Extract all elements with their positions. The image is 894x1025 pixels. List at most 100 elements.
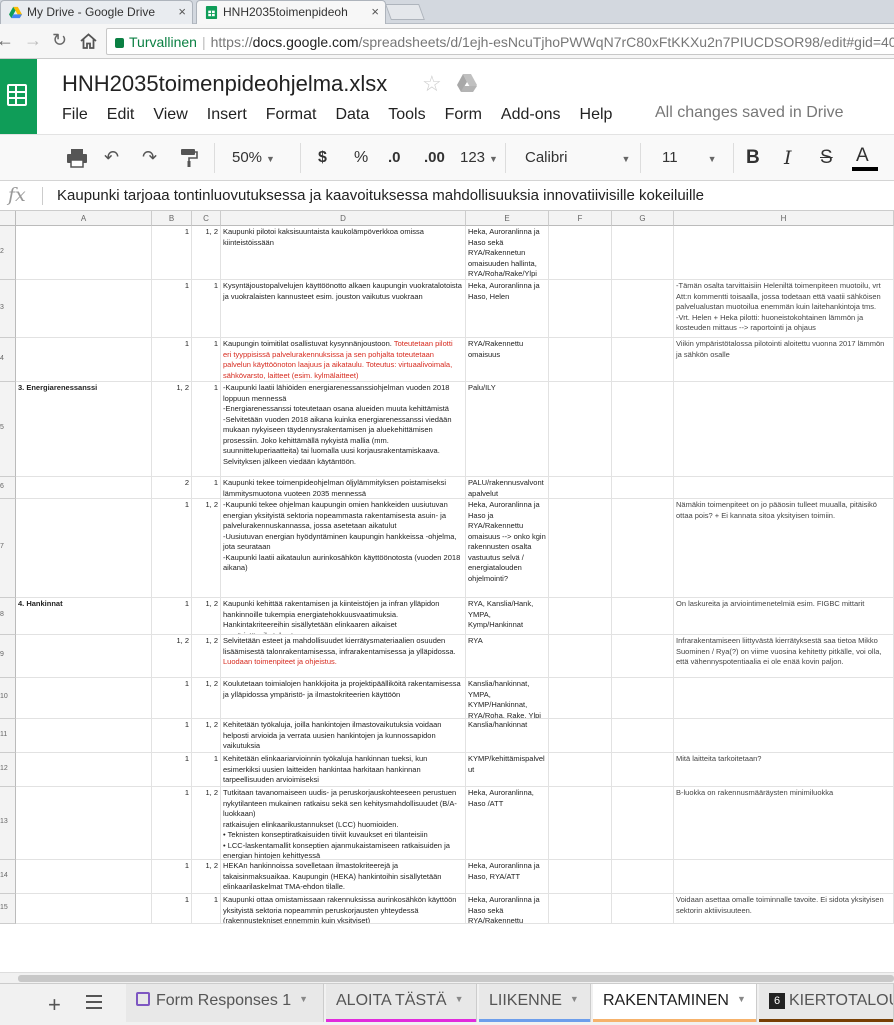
cell-h[interactable]: [674, 719, 894, 753]
row-header[interactable]: 8: [0, 598, 16, 635]
cell-b[interactable]: 1: [152, 226, 192, 280]
cell-a[interactable]: [16, 635, 152, 678]
row-header[interactable]: 5: [0, 382, 16, 477]
cell-g[interactable]: [612, 753, 674, 787]
cell-g[interactable]: [612, 635, 674, 678]
sheet-tab-aloita-tasta[interactable]: ALOITA TÄSTÄ ▼: [326, 984, 477, 1022]
column-header[interactable]: F: [549, 211, 612, 226]
cell-h[interactable]: Viikin ympäristötalossa pilotointi aloit…: [674, 338, 894, 382]
cell-e[interactable]: Heka, Auroranlinna ja Haso, RYA/ATT: [466, 860, 549, 894]
forward-icon[interactable]: →: [24, 30, 42, 51]
menu-insert[interactable]: Insert: [207, 106, 247, 123]
cell-c[interactable]: 1: [192, 280, 221, 338]
cell-e[interactable]: RYA, Kanslia/Hank, YMPA, Kymp/Hankinnat: [466, 598, 549, 635]
text-color-button[interactable]: A: [852, 145, 878, 171]
cell-g[interactable]: [612, 860, 674, 894]
cell-e[interactable]: Heka, Auroranlinna ja Haso sekä RYA/Rake…: [466, 894, 549, 924]
url-field[interactable]: Turvallinen | https://docs.google.com/spre…: [106, 28, 894, 55]
cell-e[interactable]: Heka, Auroranlinna ja Haso sekä RYA/Rake…: [466, 226, 549, 280]
row-header[interactable]: 9: [0, 635, 16, 678]
print-icon[interactable]: [66, 148, 88, 168]
cell-b[interactable]: 1: [152, 787, 192, 860]
cell-h[interactable]: Voidaan asettaa omalle toiminnalle tavoi…: [674, 894, 894, 924]
new-tab-button[interactable]: [385, 4, 425, 20]
percent-format-button[interactable]: %: [354, 149, 368, 167]
sheet-tab-kiertotalous[interactable]: 6 KIERTOTALOU: [759, 984, 894, 1022]
number-format-select[interactable]: 123 ▼: [460, 149, 498, 166]
strikethrough-button[interactable]: S: [820, 147, 833, 169]
cell-g[interactable]: [612, 338, 674, 382]
menu-tools[interactable]: Tools: [388, 106, 425, 123]
horizontal-scrollbar[interactable]: [0, 972, 894, 983]
cell-d[interactable]: Koulutetaan toimialojen hankkijoita ja p…: [221, 678, 466, 719]
row-header[interactable]: 2: [0, 226, 16, 280]
increase-decimal-button[interactable]: .00: [424, 149, 445, 166]
cell-a[interactable]: 4. Hankinnat: [16, 598, 152, 635]
menu-view[interactable]: View: [153, 106, 187, 123]
cell-c[interactable]: 1, 2: [192, 499, 221, 598]
paint-format-icon[interactable]: [180, 148, 198, 168]
cell-d[interactable]: Kehitetään työkaluja, joilla hankintojen…: [221, 719, 466, 753]
undo-icon[interactable]: ↶: [104, 147, 119, 168]
cell-a[interactable]: 3. Energiarenessanssi: [16, 382, 152, 477]
cell-d[interactable]: Kaupunki pilotoi kaksisuuntaista kaukolä…: [221, 226, 466, 280]
spreadsheet-grid[interactable]: A B C D E F G H 2 1 1, 2 Kaupunki pilotoi kaksisuun…: [0, 211, 894, 972]
cell-f[interactable]: [549, 338, 612, 382]
cell-f[interactable]: [549, 499, 612, 598]
italic-button[interactable]: I: [784, 147, 792, 169]
cell-d[interactable]: -Kaupunki laatii lähiöiden energiareness…: [221, 382, 466, 477]
column-header[interactable]: D: [221, 211, 466, 226]
zoom-select[interactable]: 50% ▼: [232, 149, 275, 166]
cell-h[interactable]: [674, 678, 894, 719]
cell-e[interactable]: Heka, Auroranlinna, Haso /ATT: [466, 787, 549, 860]
cell-c[interactable]: 1: [192, 477, 221, 499]
cell-a[interactable]: [16, 753, 152, 787]
row-header[interactable]: 6: [0, 477, 16, 499]
cell-d[interactable]: Selvitetään esteet ja mahdollisuudet kie…: [221, 635, 466, 678]
cell-a[interactable]: [16, 280, 152, 338]
cell-h[interactable]: On laskureita ja arviointimenetelmiä esi…: [674, 598, 894, 635]
cell-c[interactable]: 1, 2: [192, 787, 221, 860]
cell-e[interactable]: Kanslia/hankinnat, YMPA, KYMP/Hankinnat,…: [466, 678, 549, 719]
cell-b[interactable]: 1: [152, 860, 192, 894]
cell-e[interactable]: Heka, Auroranlinna ja Haso, Helen: [466, 280, 549, 338]
menu-format[interactable]: Format: [266, 106, 317, 123]
cell-c[interactable]: 1, 2: [192, 678, 221, 719]
menu-edit[interactable]: Edit: [107, 106, 135, 123]
cell-b[interactable]: 1, 2: [152, 382, 192, 477]
document-title[interactable]: HNH2035toimenpideohjelma.xlsx: [62, 71, 387, 97]
cell-c[interactable]: 1, 2: [192, 719, 221, 753]
cell-f[interactable]: [549, 598, 612, 635]
cell-d[interactable]: HEKAn hankinnoissa sovelletaan ilmastokr…: [221, 860, 466, 894]
cell-f[interactable]: [549, 280, 612, 338]
close-icon[interactable]: ×: [371, 4, 379, 19]
cell-h[interactable]: [674, 860, 894, 894]
reload-icon[interactable]: ↻: [52, 30, 67, 51]
row-header[interactable]: 11: [0, 719, 16, 753]
font-size-select[interactable]: 11 ▼: [662, 149, 717, 166]
row-header[interactable]: 15: [0, 894, 16, 924]
cell-e[interactable]: Heka, Auroranlinna ja Haso ja RYA/Rakenn…: [466, 499, 549, 598]
formula-input[interactable]: Kaupunki tarjoaa tontinluovutuksessa ja …: [57, 187, 704, 204]
move-to-folder-icon[interactable]: [456, 73, 478, 93]
sheet-tab-liikenne[interactable]: LIIKENNE ▼: [479, 984, 591, 1022]
cell-d[interactable]: Kehitetään elinkaariarvioinnin työkaluja…: [221, 753, 466, 787]
cell-h[interactable]: B-luokka on rakennusmääräysten minimiluo…: [674, 787, 894, 860]
cell-d[interactable]: Kaupunki tekee toimenpideohjelman öljylä…: [221, 477, 466, 499]
cell-c[interactable]: 1: [192, 338, 221, 382]
cell-a[interactable]: [16, 226, 152, 280]
back-icon[interactable]: ←: [0, 30, 14, 51]
cell-a[interactable]: [16, 787, 152, 860]
row-header[interactable]: 3: [0, 280, 16, 338]
row-header[interactable]: 14: [0, 860, 16, 894]
close-icon[interactable]: ×: [178, 4, 186, 19]
row-header[interactable]: 10: [0, 678, 16, 719]
cell-f[interactable]: [549, 787, 612, 860]
cell-g[interactable]: [612, 894, 674, 924]
cell-f[interactable]: [549, 678, 612, 719]
cell-g[interactable]: [612, 382, 674, 477]
cell-g[interactable]: [612, 226, 674, 280]
cell-g[interactable]: [612, 477, 674, 499]
row-header[interactable]: 7: [0, 499, 16, 598]
column-header[interactable]: G: [612, 211, 674, 226]
